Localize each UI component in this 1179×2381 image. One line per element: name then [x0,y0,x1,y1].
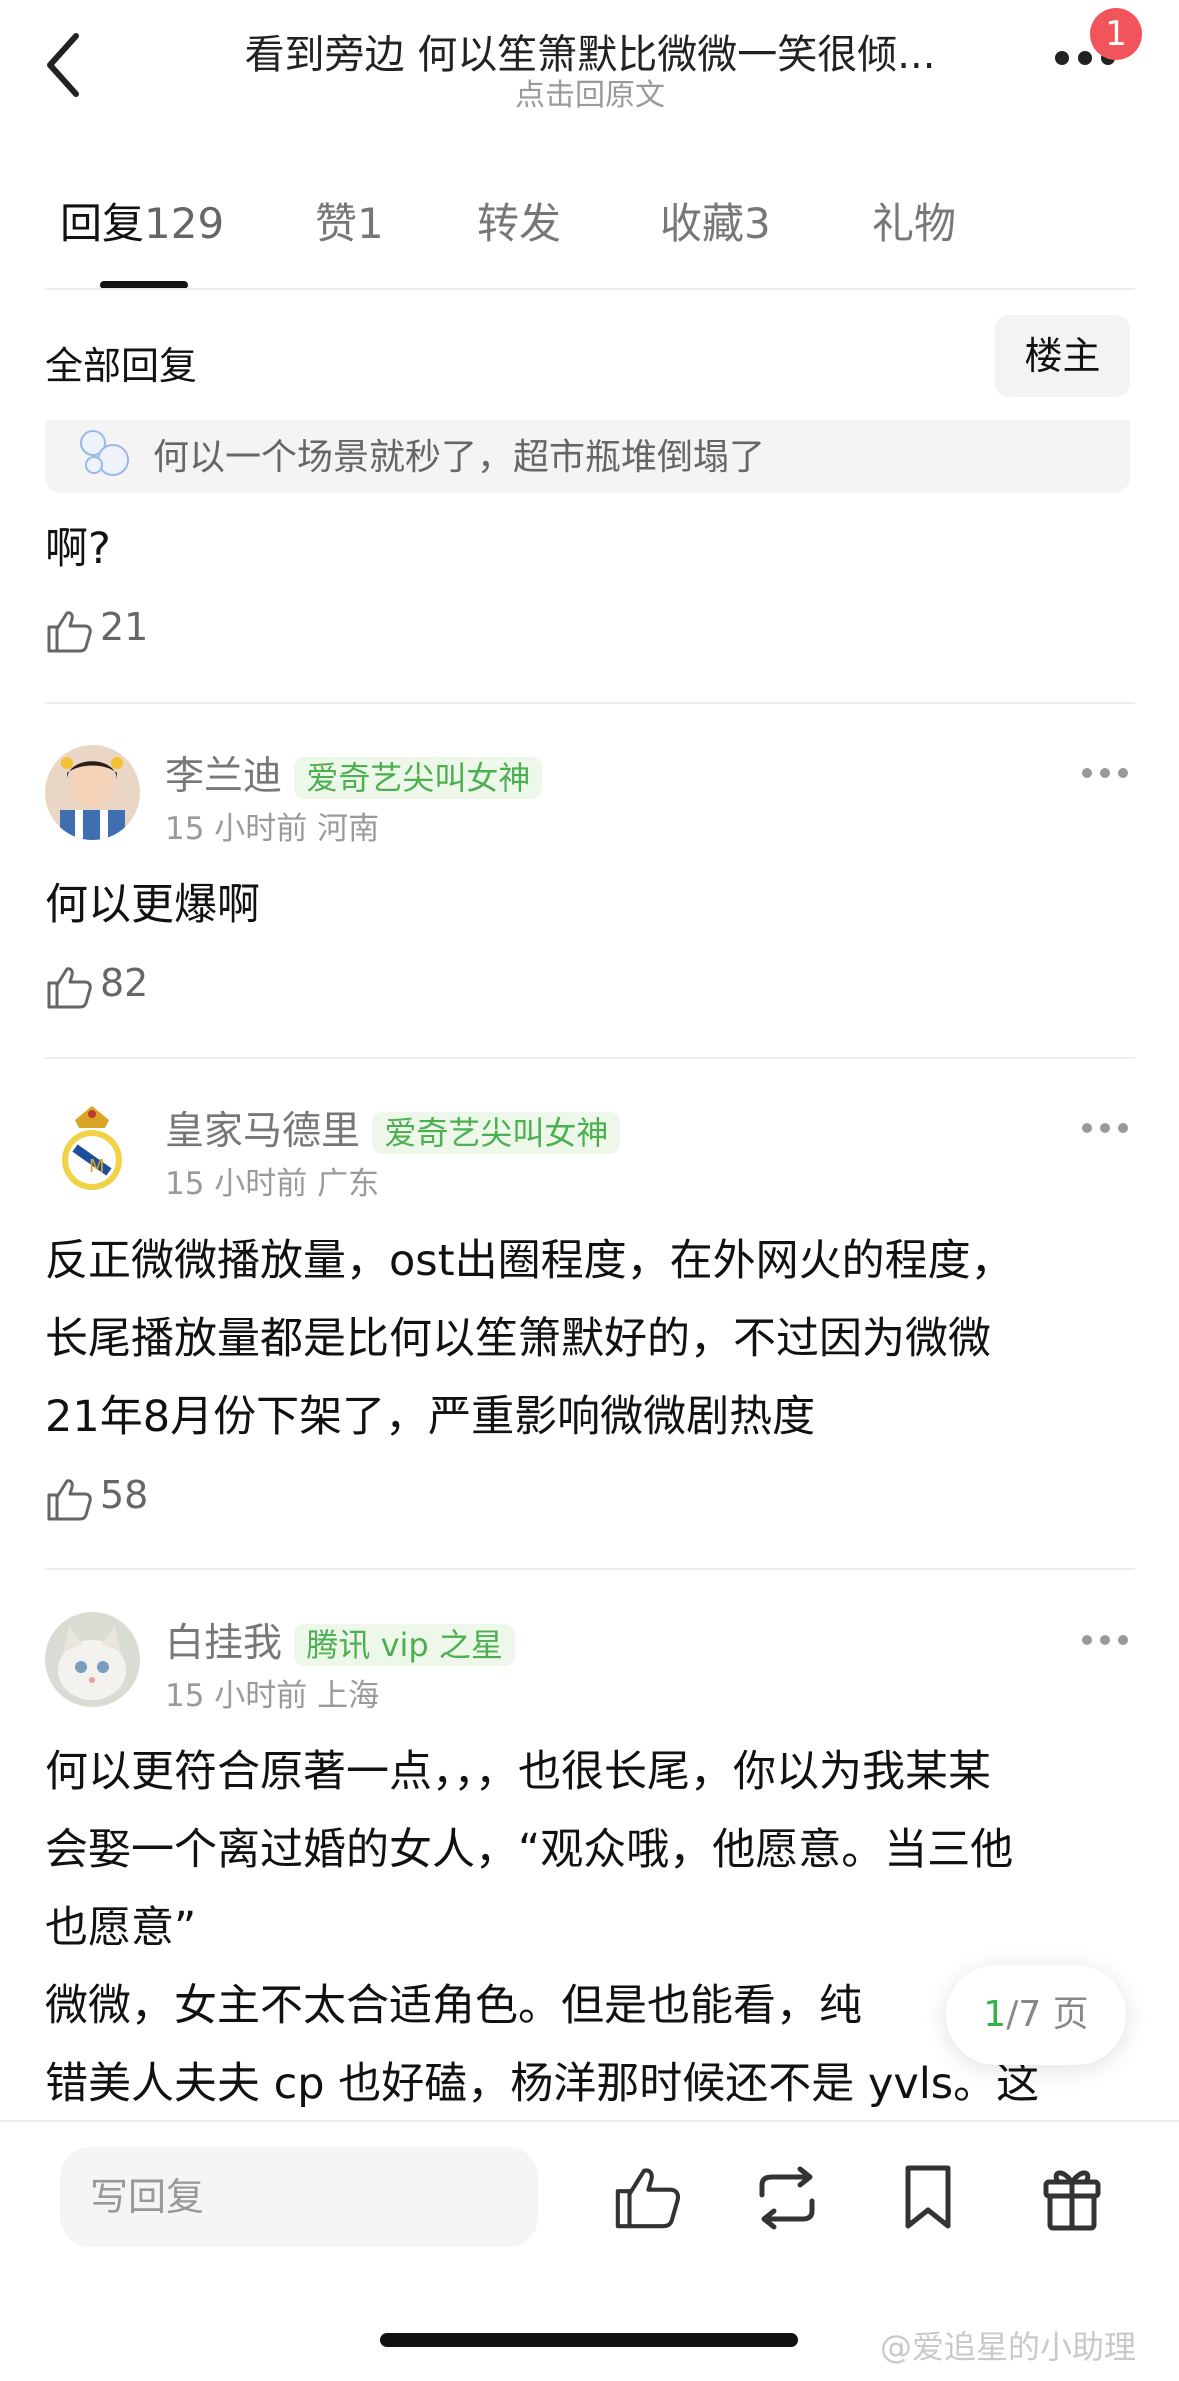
comment-line: 会娶一个离过婚的女人，“观众哦，他愿意。当三他 [45,1825,1014,1875]
comment-divider [45,702,1135,704]
like-button[interactable]: 58 [45,1473,148,1525]
comment-text: 何以更爆啊 [45,866,1145,944]
tab-favorites-count: 3 [744,199,771,248]
tab-divider [45,288,1135,290]
comment-author-row: 白挂我 腾讯 vip 之星 [165,1612,515,1668]
like-button[interactable]: 21 [45,605,148,657]
comment-line: 反正微微播放量，ost出圈程度，在外网火的程度， [45,1236,1014,1286]
owner-filter-button[interactable]: 楼主 [995,315,1130,397]
more-dots-icon[interactable] [1080,1120,1130,1134]
like-count: 21 [100,605,149,649]
thumbs-up-icon [47,1479,92,1521]
comment-divider [45,1568,1135,1570]
more-dots-icon[interactable] [1080,765,1130,779]
quoted-reply-text: 何以一个场景就秒了，超市瓶堆倒塌了 [153,437,766,478]
thumbs-up-icon[interactable] [612,2162,682,2232]
page-current: 1 [983,1994,1007,2035]
page-total: /7 页 [1006,1994,1089,2035]
comment-author-row: 皇家马德里 爱奇艺尖叫女神 [165,1100,621,1156]
user-title-badge[interactable]: 腾讯 vip 之星 [294,1624,515,1666]
bookmark-icon[interactable] [900,2162,956,2232]
thumbs-up-icon [47,611,92,653]
avatar[interactable]: M [45,1100,140,1195]
reply-text: 啊? [45,524,111,574]
username[interactable]: 李兰迪 [165,754,282,799]
comment-line: 何以更爆啊 [45,880,260,930]
notification-badge: 1 [1090,8,1142,60]
comment-meta: 15 小时前 上海 [165,1678,380,1714]
comment-line: 长尾播放量都是比何以笙箫默好的，不过因为微微 [45,1314,991,1364]
home-indicator[interactable] [380,2333,798,2347]
repost-icon[interactable] [752,2165,822,2231]
tab-favorites-label: 收藏 [660,199,745,248]
tab-likes-count: 1 [357,199,384,248]
back-to-original-link[interactable]: 点击回原文 [140,70,1040,114]
more-dots-icon[interactable] [1080,1632,1130,1646]
top-nav-bar: 看到旁边 何以笙箫默比微微一笑很倾... 点击回原文 1 [0,0,1179,140]
like-button[interactable]: 82 [45,961,148,1013]
tab-replies-label: 回复 [60,199,145,248]
username[interactable]: 白挂我 [165,1621,282,1666]
quoted-reply[interactable]: 何以一个场景就秒了，超市瓶堆倒塌了 [45,420,1130,493]
tab-likes[interactable]: 赞1 [315,190,384,251]
like-count: 58 [100,1473,149,1517]
reply-input[interactable]: 写回复 [60,2147,538,2247]
comment-meta: 15 小时前 河南 [165,811,380,847]
comment-text: 反正微微播放量，ost出圈程度，在外网火的程度， 长尾播放量都是比何以笙箫默好的… [45,1222,1145,1456]
thumbs-up-icon [47,967,92,1009]
comment-line: 也愿意” [45,1903,197,1953]
user-title-badge[interactable]: 爱奇艺尖叫女神 [294,757,543,799]
section-title: 全部回复 [45,344,198,388]
like-count: 82 [100,961,149,1005]
comment-line: 21年8月份下架了，严重影响微微剧热度 [45,1392,816,1442]
comment-text: 何以更符合原著一点，，，也很长尾，你以为我某某 会娶一个离过婚的女人，“观众哦，… [45,1733,1145,2123]
watermark: @爱追星的小助理 [880,2328,1137,2366]
tab-likes-label: 赞 [315,199,358,248]
tab-reposts[interactable]: 转发 [477,190,561,251]
back-arrow-icon[interactable] [40,30,90,100]
svg-text:M: M [89,1156,105,1177]
username[interactable]: 皇家马德里 [165,1109,360,1154]
comment-line: 何以更符合原著一点，，，也很长尾，你以为我某某 [45,1747,991,1797]
page-indicator[interactable]: 1/7 页 [946,1965,1126,2065]
tab-gifts[interactable]: 礼物 [872,190,956,251]
tab-reposts-label: 转发 [477,199,562,248]
tab-replies-count: 129 [144,199,225,248]
comment-meta: 15 小时前 广东 [165,1166,380,1202]
tab-gifts-label: 礼物 [872,199,957,248]
tab-bar: 回复129 赞1 转发 收藏3 礼物 [0,190,1179,290]
comment-divider [45,1057,1135,1059]
user-title-badge[interactable]: 爱奇艺尖叫女神 [372,1112,621,1154]
gift-icon[interactable] [1040,2160,1104,2232]
comment-author-row: 李兰迪 爱奇艺尖叫女神 [165,745,543,801]
avatar[interactable] [45,745,140,840]
tab-favorites[interactable]: 收藏3 [660,190,771,251]
avatar[interactable] [45,1612,140,1707]
tab-replies[interactable]: 回复129 [60,190,224,251]
